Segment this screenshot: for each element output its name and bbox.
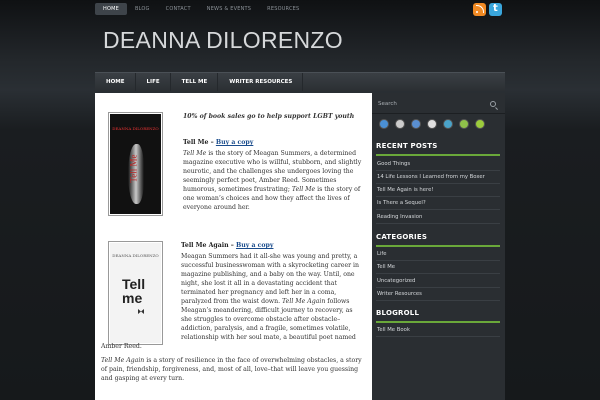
top-nav-resources[interactable]: RESOURCES [259,3,307,15]
social-links [473,3,502,16]
top-nav-news-events[interactable]: NEWS & EVENTS [199,3,259,15]
book1-line: humorous, sometimes frustrating; Tell Me… [183,186,361,193]
recent-post-link[interactable]: 14 Life Lessons I Learned from my Boxer [376,171,500,184]
book2-line: magazine publishing, and a baby on the w… [181,271,355,278]
sidebar: Search RECENT POSTS Good Things 14 Life … [372,93,505,400]
recent-post-link[interactable]: Good Things [376,158,500,171]
category-link[interactable]: Uncategorized [376,275,500,288]
search-box[interactable]: Search [372,96,505,114]
main-nav-writer-resources[interactable]: WRITER RESOURCES [218,73,304,91]
book2-buy-link[interactable]: Buy a copy [236,242,273,249]
share-icon[interactable] [427,119,437,129]
cover-image: DEANNA DILORENZO Tell Me [110,114,161,214]
book2-line: she struggles to overcome obstacle after… [181,316,341,323]
share-icon[interactable] [379,119,389,129]
main-nav-life[interactable]: LIFE [136,73,171,91]
book1-line: seemingly perfect poet, Amber Reed. Some… [183,177,337,184]
share-icon[interactable] [411,119,421,129]
cover-title: Tell me [122,276,146,306]
top-nav: HOME BLOG CONTACT NEWS & EVENTS RESOURCE… [95,3,307,15]
main-content: DEANNA DILORENZO Tell Me 10% of book sal… [95,93,372,400]
book2-line: addiction, paralysis, and a fragile, som… [181,325,351,332]
book1-title: Tell Me – [183,139,216,146]
top-nav-contact[interactable]: CONTACT [158,3,199,15]
recent-post-link[interactable]: Reading Invasion [376,211,500,224]
blogroll-link[interactable]: Tell Me Book [376,324,500,337]
cover-title: Tell Me [128,154,139,183]
share-icon[interactable] [475,119,485,129]
top-nav-home[interactable]: HOME [95,3,127,15]
main-nav-tell-me[interactable]: TELL ME [171,73,219,91]
top-nav-blog[interactable]: BLOG [127,3,158,15]
book2-closing-line: of pain, friendship, forgiveness, and, m… [101,366,359,373]
search-input[interactable]: Search [378,101,397,107]
book1-line: everyone around her. [183,204,250,211]
category-link[interactable]: Life [376,248,500,261]
category-link[interactable]: Writer Resources [376,288,500,301]
book2-line: night, she lost it all in a devastating … [181,280,337,287]
book2-description: Meagan Summers had it all-she was young … [181,252,369,342]
book2-line: Meagan’s meandering, difficult journey t… [181,307,353,314]
share-icon[interactable] [395,119,405,129]
recent-post-link[interactable]: Tell Me Again is here! [376,184,500,197]
book1-line: neurotic, and the challenges she undergo… [183,168,354,175]
butterfly-icon [138,309,144,314]
book1-buy-link[interactable]: Buy a copy [216,139,253,146]
twitter-icon[interactable] [489,3,502,16]
search-icon[interactable] [490,101,496,107]
blogroll-heading: BLOGROLL [376,309,500,323]
recent-post-link[interactable]: Is There a Sequel? [376,197,500,210]
share-icon[interactable] [459,119,469,129]
book1-line: Tell Me is the story of Meagan Summers, … [183,150,357,157]
book-cover-tell-me-again[interactable]: DEANNA DILORENZO Tell me [108,241,163,345]
book2-line: successful businesswoman with a skyrocke… [181,262,360,269]
main-nav: HOME LIFE TELL ME WRITER RESOURCES [95,72,505,91]
book2-line: paralyzed from the waist down. Tell Me A… [181,298,350,305]
book1-line: magazine executive who is willful, stubb… [183,159,362,166]
book-cover-tell-me[interactable]: DEANNA DILORENZO Tell Me [108,112,163,216]
recent-posts-heading: RECENT POSTS [376,142,500,156]
cover-image: DEANNA DILORENZO Tell me [110,243,161,343]
book2-line: terminated her pregnancy and left her in… [181,289,337,296]
share-icons [379,119,485,129]
book1-description: Tell Me is the story of Meagan Summers, … [183,149,368,212]
book2-heading: Tell Me Again – Buy a copy [181,241,368,250]
cover-author: DEANNA DILORENZO [112,253,159,258]
book2-closing-line: and gasping at every turn. [101,375,185,382]
main-nav-home[interactable]: HOME [95,73,136,91]
book2-description-end: Amber Reed. [101,343,142,350]
book1-heading: Tell Me – Buy a copy [183,138,368,147]
book2-closing: Tell Me Again is a story of resilience i… [101,356,369,383]
categories-heading: CATEGORIES [376,233,500,247]
cover-author: DEANNA DILORENZO [112,126,159,131]
share-icon[interactable] [443,119,453,129]
book2-line: Meagan Summers had it all-she was young … [181,253,358,260]
book2-closing-line: Tell Me Again is a story of resilience i… [101,357,362,364]
rss-icon[interactable] [473,3,486,16]
book2-line: relationship with her soul mate, a beaut… [181,334,356,341]
book1-line: one woman’s choices and how they affect … [183,195,350,202]
category-link[interactable]: Tell Me [376,261,500,274]
tagline: 10% of book sales go to help support LGB… [183,113,355,120]
site-title[interactable]: DEANNA DILORENZO [103,27,343,54]
book2-title: Tell Me Again – [181,242,237,249]
